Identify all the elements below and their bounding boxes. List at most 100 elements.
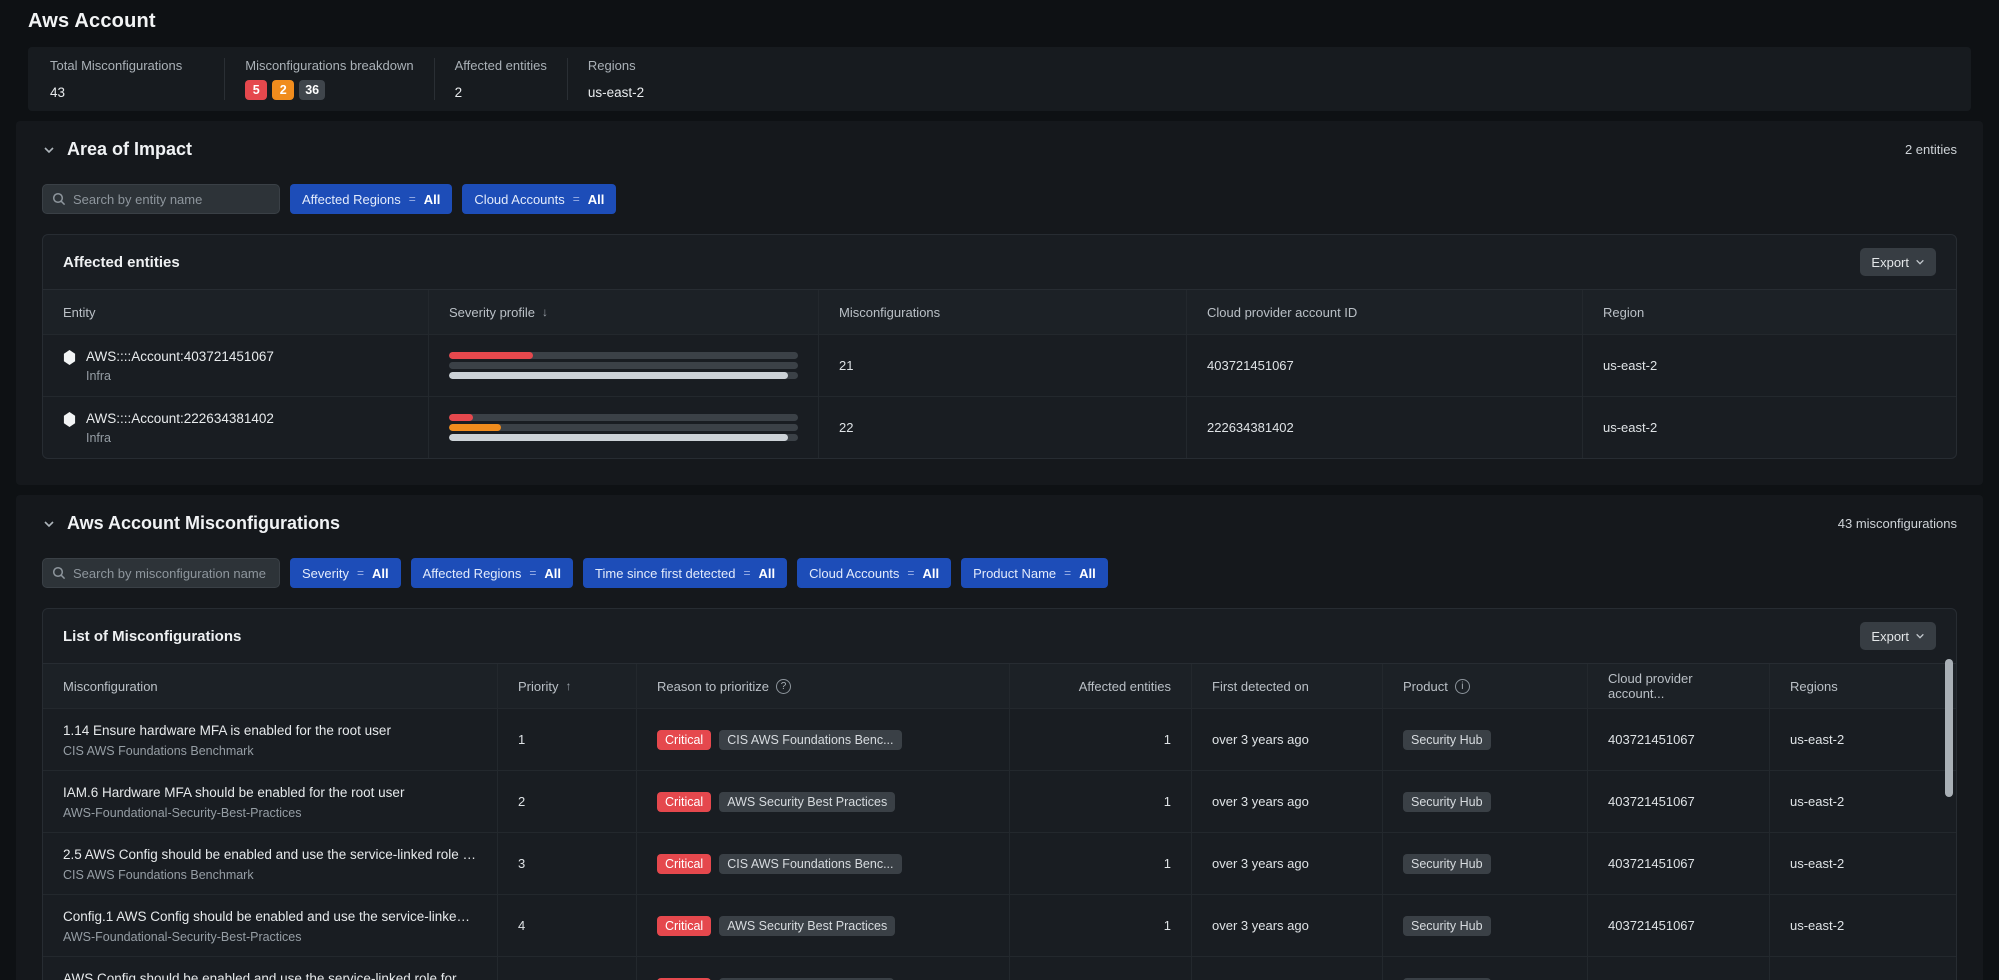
misconfiguration-cell: IAM.6 Hardware MFA should be enabled for… (43, 771, 497, 832)
affected-entities-cell: 1 (1009, 957, 1191, 980)
misconfiguration-name[interactable]: 2.5 AWS Config should be enabled and use… (63, 846, 477, 863)
table-row[interactable]: 2.5 AWS Config should be enabled and use… (43, 832, 1956, 894)
misconfiguration-name[interactable]: Config.1 AWS Config should be enabled an… (63, 908, 477, 925)
severity-bar-track (449, 414, 798, 421)
page-root: Aws Account Total Misconfigurations 43 M… (0, 0, 1999, 980)
col-region[interactable]: Region (1582, 290, 1956, 334)
filter-time-since-first-detected[interactable]: Time since first detected = All (583, 558, 787, 588)
priority-value: 3 (518, 856, 525, 871)
col-account-id[interactable]: Cloud provider account ID (1186, 290, 1582, 334)
chevron-down-icon[interactable] (42, 517, 56, 531)
entity-name[interactable]: AWS::::Account:403721451067 (86, 348, 274, 365)
product-badge[interactable]: Security Hub (1403, 916, 1491, 936)
severity-count-badge: 2 (272, 80, 294, 100)
col-product[interactable]: Product i (1382, 664, 1587, 708)
first-detected-value: over 3 years ago (1212, 732, 1309, 747)
card-title: List of Misconfigurations (63, 628, 241, 645)
col-entity[interactable]: Entity (43, 290, 428, 334)
filter-value: All (588, 192, 605, 207)
reason-cell: Critical Industry and Regulatory St... (636, 957, 1009, 980)
account-id-value: 222634381402 (1207, 420, 1294, 435)
misconfiguration-cell: 1.14 Ensure hardware MFA is enabled for … (43, 709, 497, 770)
col-severity-profile[interactable]: Severity profile ↓ (428, 290, 818, 334)
regions-cell: us-east-2 (1769, 771, 1956, 832)
affected-entities-cell: 1 (1009, 771, 1191, 832)
table-row[interactable]: 1.14 Ensure hardware MFA is enabled for … (43, 708, 1956, 770)
product-badge[interactable]: Security Hub (1403, 792, 1491, 812)
col-misconfigurations[interactable]: Misconfigurations (818, 290, 1186, 334)
priority-cell: 3 (497, 833, 636, 894)
chevron-down-icon[interactable] (42, 143, 56, 157)
filter-product-name[interactable]: Product Name = All (961, 558, 1108, 588)
filter-cloud-accounts[interactable]: Cloud Accounts = All (462, 184, 616, 214)
filter-cloud-accounts[interactable]: Cloud Accounts = All (797, 558, 951, 588)
filter-affected-regions[interactable]: Affected Regions = All (290, 184, 452, 214)
sort-asc-icon: ↑ (565, 679, 571, 693)
col-first-detected[interactable]: First detected on (1191, 664, 1382, 708)
table-row[interactable]: Config.1 AWS Config should be enabled an… (43, 894, 1956, 956)
entity-search-input[interactable] (73, 192, 270, 207)
account-id-value: 403721451067 (1608, 732, 1695, 747)
account-id-value: 403721451067 (1207, 358, 1294, 373)
entity-search[interactable] (42, 184, 280, 214)
export-button[interactable]: Export (1860, 248, 1936, 276)
table-row[interactable]: AWS::::Account:222634381402 Infra 22 222… (43, 396, 1956, 458)
misconfig-search[interactable] (42, 558, 280, 588)
info-icon[interactable]: i (1455, 679, 1470, 694)
account-hexagon-icon (63, 412, 76, 427)
reason-cell: Critical AWS Security Best Practices (636, 895, 1009, 956)
col-reason[interactable]: Reason to prioritize ? (636, 664, 1009, 708)
product-badge[interactable]: Security Hub (1403, 730, 1491, 750)
severity-badge: Critical (657, 792, 711, 812)
region-value: us-east-2 (1603, 420, 1657, 435)
table-row[interactable]: AWS Config should be enabled and use the… (43, 956, 1956, 980)
table-row[interactable]: IAM.6 Hardware MFA should be enabled for… (43, 770, 1956, 832)
entity-name[interactable]: AWS::::Account:222634381402 (86, 410, 274, 427)
product-cell: Security Hub (1382, 709, 1587, 770)
reason-cell: Critical CIS AWS Foundations Benc... (636, 709, 1009, 770)
table-header-row: Misconfiguration Priority ↑ Reason to pr… (43, 663, 1956, 708)
misconfiguration-name[interactable]: AWS Config should be enabled and use the… (63, 970, 477, 980)
reason-badge[interactable]: AWS Security Best Practices (719, 792, 895, 812)
reason-badge[interactable]: CIS AWS Foundations Benc... (719, 854, 901, 874)
col-account-id[interactable]: Cloud provider account... (1587, 664, 1769, 708)
reason-badge[interactable]: AWS Security Best Practices (719, 916, 895, 936)
col-misconfiguration[interactable]: Misconfiguration (43, 664, 497, 708)
reason-badge[interactable]: CIS AWS Foundations Benc... (719, 730, 901, 750)
account-id-cell: 403721451067 (1587, 709, 1769, 770)
filter-affected-regions[interactable]: Affected Regions = All (411, 558, 573, 588)
help-icon[interactable]: ? (776, 679, 791, 694)
misconfigurations-table: Misconfiguration Priority ↑ Reason to pr… (43, 663, 1956, 980)
severity-count-badge: 5 (245, 80, 267, 100)
col-regions[interactable]: Regions (1769, 664, 1956, 708)
scrollbar-thumb[interactable] (1945, 659, 1953, 797)
stat-label: Regions (588, 58, 644, 73)
affected-entities-value: 1 (1164, 794, 1171, 809)
table-row[interactable]: AWS::::Account:403721451067 Infra 21 403… (43, 334, 1956, 396)
region-cell: us-east-2 (1582, 335, 1956, 396)
account-id-cell: 403721451067 (1587, 895, 1769, 956)
framework-name: AWS-Foundational-Security-Best-Practices (63, 806, 477, 820)
first-detected-value: over 3 years ago (1212, 856, 1309, 871)
section-title: Aws Account Misconfigurations (67, 513, 340, 534)
filter-severity[interactable]: Severity = All (290, 558, 401, 588)
severity-bar-track (449, 434, 798, 441)
reason-cell: Critical AWS Security Best Practices (636, 771, 1009, 832)
filter-operator: = (409, 192, 416, 206)
misconfigurations-cell: 21 (818, 335, 1186, 396)
col-priority[interactable]: Priority ↑ (497, 664, 636, 708)
misconfiguration-name[interactable]: 1.14 Ensure hardware MFA is enabled for … (63, 722, 477, 739)
framework-name: AWS-Foundational-Security-Best-Practices (63, 930, 477, 944)
product-cell: Security Hub (1382, 895, 1587, 956)
misconfig-search-input[interactable] (73, 566, 270, 581)
misconfiguration-name[interactable]: IAM.6 Hardware MFA should be enabled for… (63, 784, 477, 801)
priority-value: 2 (518, 794, 525, 809)
region-value: us-east-2 (1790, 918, 1844, 933)
col-affected-entities[interactable]: Affected entities (1009, 664, 1191, 708)
filter-label: Cloud Accounts (809, 566, 899, 581)
filter-label: Product Name (973, 566, 1056, 581)
card-title: Affected entities (63, 254, 180, 271)
export-button[interactable]: Export (1860, 622, 1936, 650)
chevron-down-icon (1915, 631, 1925, 641)
product-badge[interactable]: Security Hub (1403, 854, 1491, 874)
